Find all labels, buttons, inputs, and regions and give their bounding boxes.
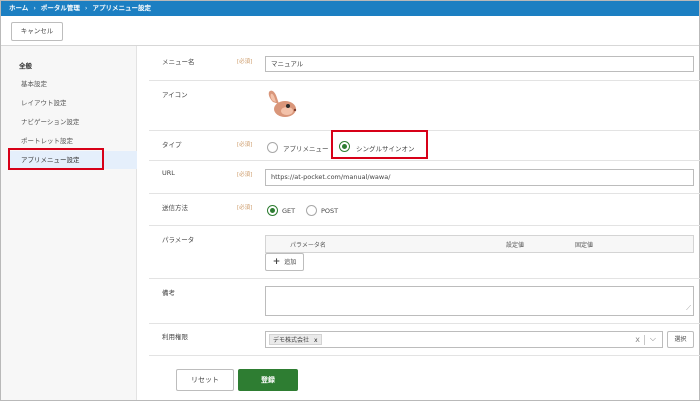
sidebar-item-layout[interactable]: レイアウト設定 bbox=[9, 94, 137, 112]
add-param-button[interactable]: + 追加 bbox=[265, 253, 304, 271]
resize-handle-icon[interactable]: ⟋ bbox=[686, 304, 691, 313]
breadcrumb-separator: › bbox=[84, 4, 88, 12]
clear-icon[interactable]: x bbox=[635, 334, 640, 346]
row-divider bbox=[149, 193, 700, 194]
sidebar-item-navigation[interactable]: ナビゲーション設定 bbox=[9, 113, 137, 131]
reset-button[interactable]: リセット bbox=[176, 369, 234, 391]
required-tag: [必須] bbox=[237, 59, 253, 65]
row-divider bbox=[149, 160, 700, 161]
icon-label: アイコン bbox=[162, 91, 188, 99]
choose-button[interactable]: 選択 bbox=[667, 331, 694, 348]
breadcrumb-separator: › bbox=[33, 4, 36, 12]
highlight-box-type bbox=[331, 130, 428, 159]
breadcrumb: ホーム › ポータル管理 › アプリメニュー設定 bbox=[1, 1, 699, 16]
type-option-app-menu[interactable]: アプリメニュー bbox=[283, 143, 329, 153]
row-divider bbox=[149, 355, 700, 356]
toolbar: キャンセル bbox=[1, 16, 699, 46]
rabbit-icon[interactable] bbox=[265, 88, 299, 120]
column-header-fixed: 固定値 bbox=[575, 242, 594, 249]
highlight-box-sidebar bbox=[8, 148, 104, 170]
breadcrumb-home[interactable]: ホーム bbox=[9, 4, 28, 12]
permission-chip: デモ株式会社 x bbox=[269, 334, 322, 345]
permission-label: 利用権限 bbox=[162, 333, 188, 341]
row-divider bbox=[149, 225, 700, 226]
plus-icon: + bbox=[272, 257, 281, 267]
type-label: タイプ bbox=[162, 141, 182, 149]
chevron-down-icon[interactable]: ⌵ bbox=[650, 333, 656, 345]
sidebar-item-basic[interactable]: 基本設定 bbox=[9, 75, 137, 93]
column-header-param-name: パラメータ名 bbox=[290, 242, 326, 249]
url-label: URL bbox=[162, 169, 175, 177]
sidebar-title: 全般 bbox=[19, 62, 32, 70]
add-param-label: 追加 bbox=[284, 259, 297, 266]
menu-name-label: メニュー名 bbox=[162, 58, 195, 66]
permission-chip-label: デモ株式会社 bbox=[273, 337, 310, 344]
column-header-value: 設定値 bbox=[506, 242, 525, 249]
method-radio-get[interactable] bbox=[267, 205, 278, 216]
type-radio-app-menu[interactable] bbox=[267, 142, 278, 153]
row-divider bbox=[149, 323, 700, 324]
required-tag: [必須] bbox=[237, 142, 253, 148]
method-option-get[interactable]: GET bbox=[282, 207, 295, 215]
breadcrumb-current: アプリメニュー設定 bbox=[92, 4, 152, 12]
sidebar: 全般 基本設定 レイアウト設定 ナビゲーション設定 ポートレット設定 アプリメニ… bbox=[1, 46, 137, 400]
select-divider bbox=[644, 335, 645, 345]
register-button[interactable]: 登録 bbox=[238, 369, 298, 391]
method-label: 送信方法 bbox=[162, 204, 188, 212]
url-input[interactable]: https://at-pocket.com/manual/wawa/ bbox=[265, 169, 694, 186]
menu-name-input[interactable]: マニュアル bbox=[265, 56, 694, 72]
params-table-header: パラメータ名 設定値 固定値 bbox=[265, 235, 694, 253]
cancel-button[interactable]: キャンセル bbox=[11, 22, 63, 41]
row-divider bbox=[149, 80, 700, 81]
method-radio-post[interactable] bbox=[306, 205, 317, 216]
required-tag: [必須] bbox=[237, 205, 253, 211]
notes-textarea[interactable]: ⟋ bbox=[265, 286, 694, 316]
chip-remove-icon[interactable]: x bbox=[314, 337, 318, 344]
method-option-post[interactable]: POST bbox=[321, 207, 338, 215]
notes-label: 備考 bbox=[162, 289, 175, 297]
params-label: パラメータ bbox=[162, 236, 195, 244]
row-divider bbox=[149, 278, 700, 279]
breadcrumb-portal-admin[interactable]: ポータル管理 bbox=[41, 4, 80, 12]
permission-select[interactable]: デモ株式会社 x x ⌵ bbox=[265, 331, 663, 348]
required-tag: [必須] bbox=[237, 172, 253, 178]
